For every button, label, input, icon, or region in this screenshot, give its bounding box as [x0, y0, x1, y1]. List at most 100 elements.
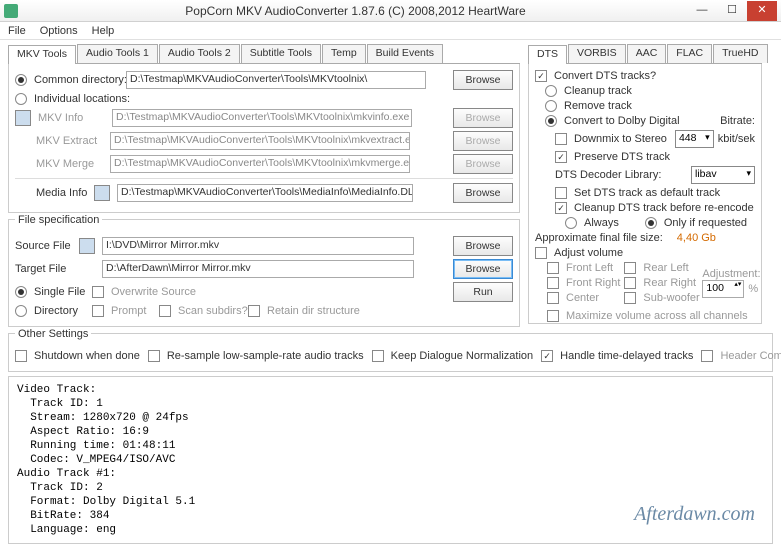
- label-preserve-dts: Preserve DTS track: [574, 151, 670, 163]
- browse-source-file[interactable]: Browse: [453, 236, 513, 256]
- maximize-button[interactable]: ☐: [717, 1, 747, 21]
- check-downmix[interactable]: [555, 133, 567, 145]
- browse-media-info[interactable]: Browse: [453, 183, 513, 203]
- browse-target-file[interactable]: Browse: [453, 259, 513, 279]
- check-shutdown[interactable]: [15, 350, 27, 362]
- radio-always[interactable]: [565, 217, 577, 229]
- browse-mkv-info[interactable]: Browse: [453, 108, 513, 128]
- label-bitrate-unit: kbit/sek: [718, 133, 755, 145]
- mkvinfo-icon: [15, 110, 31, 126]
- label-approx-size: Approximate final file size:: [535, 232, 663, 244]
- label-keep-dialogue: Keep Dialogue Normalization: [391, 350, 533, 362]
- label-only-requested: Only if requested: [664, 217, 747, 229]
- check-center[interactable]: [547, 292, 559, 304]
- browse-common-directory[interactable]: Browse: [453, 70, 513, 90]
- label-cleanup-track: Cleanup track: [564, 85, 632, 97]
- check-adjust-volume[interactable]: [535, 247, 547, 259]
- label-decoder: DTS Decoder Library:: [555, 169, 661, 181]
- input-mkv-info[interactable]: D:\Testmap\MKVAudioConverter\Tools\MKVto…: [112, 109, 412, 127]
- tab-temp[interactable]: Temp: [322, 44, 366, 63]
- app-icon: [4, 4, 18, 18]
- check-rear-right[interactable]: [624, 277, 636, 289]
- menu-help[interactable]: Help: [92, 25, 115, 37]
- tab-vorbis[interactable]: VORBIS: [568, 44, 626, 63]
- tab-flac[interactable]: FLAC: [667, 44, 712, 63]
- check-convert-dts[interactable]: [535, 70, 547, 82]
- tab-aac[interactable]: AAC: [627, 44, 667, 63]
- input-media-info[interactable]: D:\Testmap\MKVAudioConverter\Tools\Media…: [117, 184, 413, 202]
- radio-remove-track[interactable]: [545, 100, 557, 112]
- label-overwrite-source: Overwrite Source: [111, 286, 196, 298]
- label-retain-dir: Retain dir structure: [267, 305, 360, 317]
- input-source-file[interactable]: I:\DVD\Mirror Mirror.mkv: [102, 237, 414, 255]
- input-common-directory[interactable]: D:\Testmap\MKVAudioConverter\Tools\MKVto…: [126, 71, 426, 89]
- browse-mkv-extract[interactable]: Browse: [453, 131, 513, 151]
- label-target-file: Target File: [15, 263, 75, 275]
- close-button[interactable]: ✕: [747, 1, 777, 21]
- tab-audio-tools-1[interactable]: Audio Tools 1: [77, 44, 158, 63]
- value-approx-size: 4,40 Gb: [677, 232, 716, 244]
- input-mkv-extract[interactable]: D:\Testmap\MKVAudioConverter\Tools\MKVto…: [110, 132, 410, 150]
- check-overwrite-source[interactable]: [92, 286, 104, 298]
- check-preserve-dts[interactable]: [555, 151, 567, 163]
- menu-options[interactable]: Options: [40, 25, 78, 37]
- label-rear-left: Rear Left: [643, 262, 688, 274]
- label-bitrate: Bitrate:: [720, 115, 755, 127]
- label-mkv-extract: MKV Extract: [36, 135, 106, 147]
- label-resample: Re-sample low-sample-rate audio tracks: [167, 350, 364, 362]
- label-source-file: Source File: [15, 240, 75, 252]
- label-directory: Directory: [34, 305, 88, 317]
- right-tabs: DTS VORBIS AAC FLAC TrueHD: [528, 44, 762, 64]
- tab-truehd[interactable]: TrueHD: [713, 44, 767, 63]
- input-adjustment[interactable]: 100: [702, 280, 744, 298]
- minimize-button[interactable]: —: [687, 1, 717, 21]
- check-prompt[interactable]: [92, 305, 104, 317]
- label-rear-right: Rear Right: [643, 277, 696, 289]
- radio-common-directory[interactable]: [15, 74, 27, 86]
- label-center: Center: [566, 292, 599, 304]
- label-convert-dts: Convert DTS tracks?: [554, 70, 656, 82]
- input-mkv-merge[interactable]: D:\Testmap\MKVAudioConverter\Tools\MKVto…: [110, 155, 410, 173]
- tab-build-events[interactable]: Build Events: [367, 44, 443, 63]
- radio-only-requested[interactable]: [645, 217, 657, 229]
- radio-individual-locations[interactable]: [15, 93, 27, 105]
- menu-file[interactable]: File: [8, 25, 26, 37]
- tab-subtitle-tools[interactable]: Subtitle Tools: [241, 44, 321, 63]
- run-button[interactable]: Run: [453, 282, 513, 302]
- check-scan-subdirs[interactable]: [159, 305, 171, 317]
- label-mkv-merge: MKV Merge: [36, 158, 106, 170]
- browse-mkv-merge[interactable]: Browse: [453, 154, 513, 174]
- check-resample[interactable]: [148, 350, 160, 362]
- check-header-compression[interactable]: [701, 350, 713, 362]
- check-subwoofer[interactable]: [624, 292, 636, 304]
- radio-cleanup-track[interactable]: [545, 85, 557, 97]
- check-rear-left[interactable]: [624, 262, 636, 274]
- label-set-default: Set DTS track as default track: [574, 187, 720, 199]
- label-mkv-info: MKV Info: [38, 112, 108, 124]
- select-decoder[interactable]: libav: [691, 166, 755, 184]
- check-front-left[interactable]: [547, 262, 559, 274]
- window-title: PopCorn MKV AudioConverter 1.87.6 (C) 20…: [24, 4, 687, 18]
- check-cleanup-before[interactable]: [555, 202, 567, 214]
- input-target-file[interactable]: D:\AfterDawn\Mirror Mirror.mkv: [102, 260, 414, 278]
- mediainfo-icon: [94, 185, 110, 201]
- label-prompt: Prompt: [111, 305, 155, 317]
- check-keep-dialogue[interactable]: [372, 350, 384, 362]
- select-bitrate[interactable]: 448: [675, 130, 714, 148]
- label-individual-locations: Individual locations:: [34, 93, 130, 105]
- titlebar: PopCorn MKV AudioConverter 1.87.6 (C) 20…: [0, 0, 781, 22]
- radio-single-file[interactable]: [15, 286, 27, 298]
- tab-audio-tools-2[interactable]: Audio Tools 2: [159, 44, 240, 63]
- check-front-right[interactable]: [547, 277, 559, 289]
- check-set-default[interactable]: [555, 187, 567, 199]
- label-scan-subdirs: Scan subdirs?: [178, 305, 244, 317]
- check-maximize-volume[interactable]: [547, 310, 559, 322]
- label-always: Always: [584, 217, 619, 229]
- radio-directory[interactable]: [15, 305, 27, 317]
- check-retain-dir[interactable]: [248, 305, 260, 317]
- check-handle-td[interactable]: [541, 350, 553, 362]
- tab-mkv-tools[interactable]: MKV Tools: [8, 45, 76, 64]
- label-adjustment: Adjustment:: [702, 268, 760, 280]
- radio-convert-dolby[interactable]: [545, 115, 557, 127]
- tab-dts[interactable]: DTS: [528, 45, 567, 64]
